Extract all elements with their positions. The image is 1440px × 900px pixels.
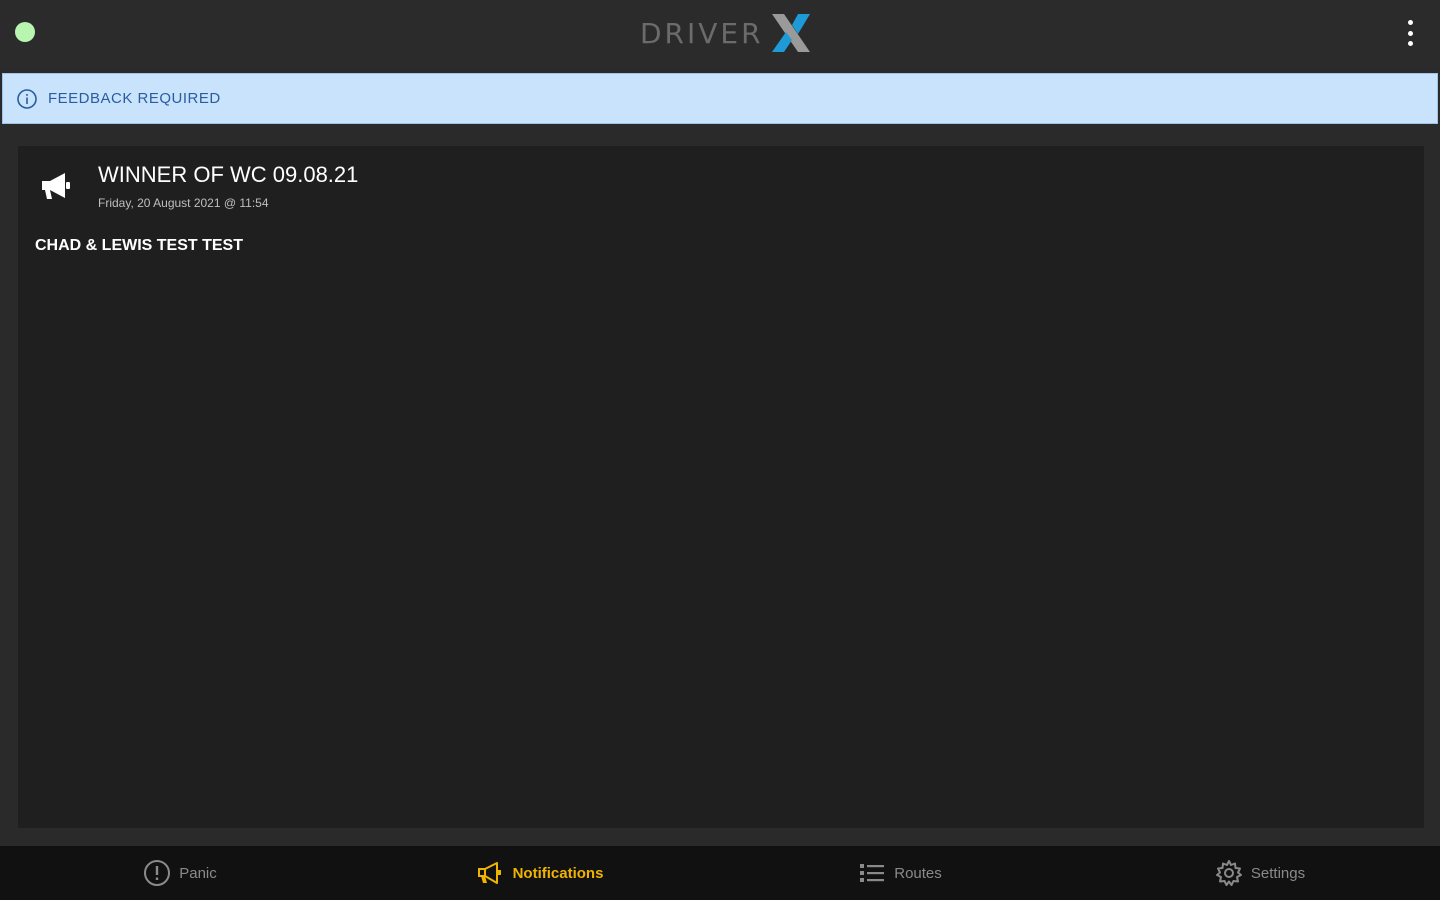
nav-item-settings[interactable]: Settings: [1080, 846, 1440, 900]
app-window: DRIVER FEEDBACK REQUIRED WINNER OF WC 09…: [0, 0, 1440, 900]
nav-item-panic[interactable]: Panic: [0, 846, 360, 900]
nav-item-notifications[interactable]: Notifications: [360, 846, 720, 900]
notification-card[interactable]: WINNER OF WC 09.08.21 Friday, 20 August …: [18, 146, 1424, 828]
alert-circle-icon: [144, 860, 171, 886]
menu-dot: [1407, 41, 1413, 46]
bottom-navigation: Panic Notifications Routes Settings: [0, 846, 1440, 900]
megaphone-icon: [42, 173, 70, 199]
nav-label-settings: Settings: [1250, 864, 1306, 882]
nav-label-panic: Panic: [179, 864, 217, 882]
app-logo: DRIVER: [640, 10, 814, 56]
notification-title: WINNER OF WC 09.08.21: [98, 162, 359, 187]
notification-date: Friday, 20 August 2021 @ 11:54: [98, 196, 269, 210]
feedback-banner[interactable]: FEEDBACK REQUIRED: [2, 73, 1438, 124]
nav-label-routes: Routes: [894, 864, 942, 882]
banner-text: FEEDBACK REQUIRED: [48, 90, 221, 107]
gear-icon: [1215, 860, 1242, 886]
connection-status-indicator: [15, 22, 35, 42]
menu-dot: [1407, 30, 1413, 36]
nav-label-notifications: Notifications: [512, 864, 604, 882]
top-bar: DRIVER: [0, 0, 1440, 66]
megaphone-icon: [477, 862, 501, 884]
logo-text: DRIVER: [640, 16, 764, 50]
logo-x-icon: [771, 14, 810, 52]
overflow-menu-button[interactable]: [1400, 20, 1420, 46]
info-icon: [17, 88, 37, 109]
list-icon: [860, 864, 885, 882]
menu-dot: [1407, 20, 1413, 25]
notification-body: CHAD & LEWIS TEST TEST: [35, 237, 243, 254]
nav-item-routes[interactable]: Routes: [720, 846, 1080, 900]
